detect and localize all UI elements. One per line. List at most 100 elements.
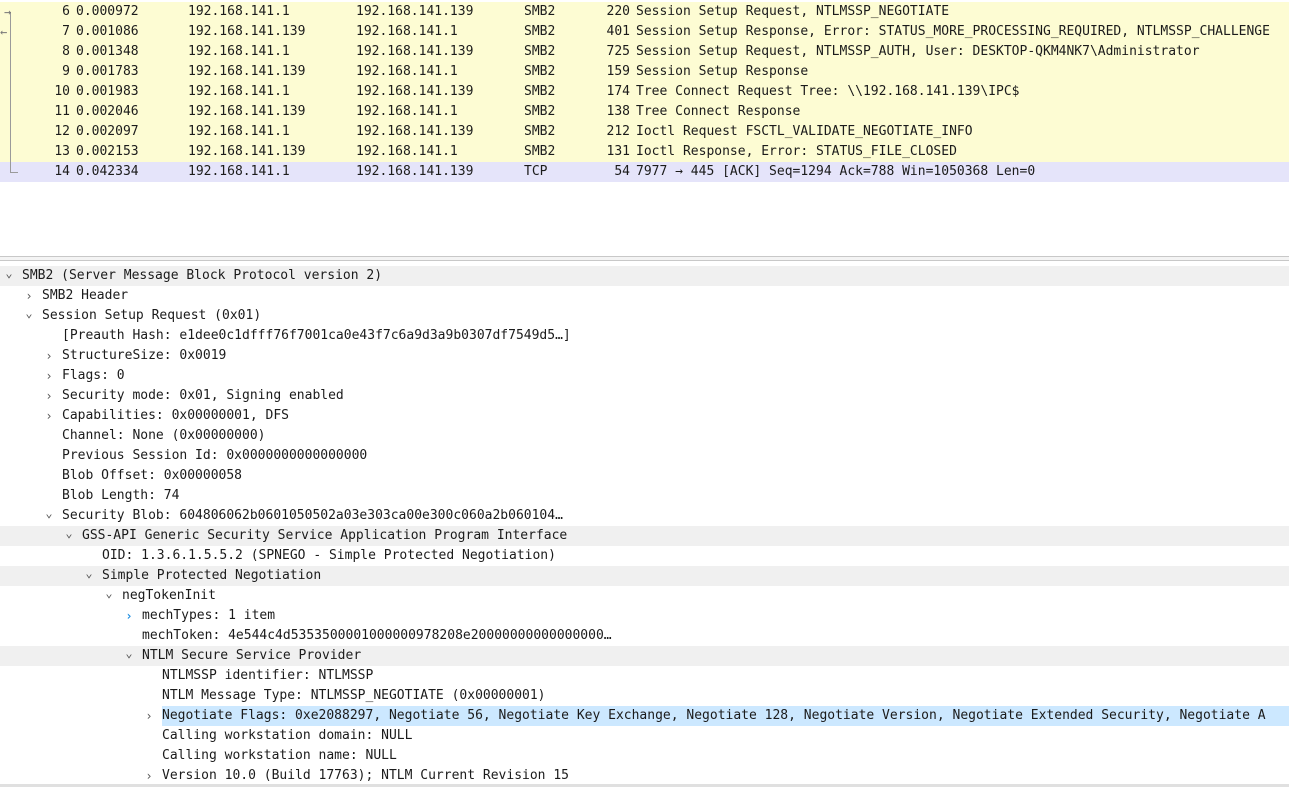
tree-node-label: mechToken: 4e544c4d535350000100000097820… (142, 628, 612, 643)
packet-destination: 192.168.141.1 (356, 144, 458, 159)
tree-node[interactable]: › SMB2 Header (0, 286, 1289, 306)
chevron-down-icon[interactable]: ⌄ (62, 526, 76, 540)
packet-source: 192.168.141.1 (188, 124, 290, 139)
packet-number: 6 (62, 4, 70, 19)
tree-node[interactable]: ⌄ SMB2 (Server Message Block Protocol ver… (0, 266, 1289, 286)
tree-node-label: Calling workstation domain: NULL (162, 728, 413, 743)
packet-row[interactable]: 8 0.001348 192.168.141.1 192.168.141.139 SMB… (0, 42, 1289, 62)
chevron-right-icon[interactable]: › (142, 706, 156, 726)
packet-row[interactable]: 14 0.042334 192.168.141.1 192.168.141.139 TC… (0, 162, 1289, 182)
packet-details-tree[interactable]: ⌄ SMB2 (Server Message Block Protocol ver… (0, 266, 1289, 782)
tree-node-label: Capabilities: 0x00000001, DFS (62, 408, 289, 423)
packet-protocol: SMB2 (524, 24, 556, 39)
packet-row[interactable]: 11 0.002046 192.168.141.139 192.168.141.1 SM… (0, 102, 1289, 122)
packet-destination: 192.168.141.139 (356, 44, 474, 59)
tree-node[interactable]: Calling workstation name: NULL (0, 746, 1289, 766)
tree-node[interactable]: ⌄ Security Blob: 604806062b0601050502a03e… (0, 506, 1289, 526)
related-packet-indicator (0, 102, 30, 122)
packet-number: 13 (54, 144, 70, 159)
packet-list[interactable]: → 6 0.000972 192.168.141.1 192.168.141.139 SM… (0, 2, 1289, 182)
packet-length: 138 (606, 104, 630, 119)
response-arrow-icon: ← (0, 25, 8, 39)
tree-node[interactable]: NTLMSSP identifier: NTLMSSP (0, 666, 1289, 686)
tree-node-label: Channel: None (0x00000000) (62, 428, 266, 443)
packet-time: 0.002097 (76, 124, 139, 139)
packet-info: Session Setup Response, Error: STATUS_MO… (636, 24, 1270, 39)
tree-node[interactable]: ⌄ GSS-API Generic Security Service Applic… (0, 526, 1289, 546)
tree-node-label: Version 10.0 (Build 17763); NTLM Current… (162, 768, 569, 782)
related-packet-indicator (0, 62, 30, 82)
packet-length: 401 (606, 24, 630, 39)
related-packet-indicator: → (0, 2, 30, 22)
packet-length: 212 (606, 124, 630, 139)
tree-node-label: NTLMSSP identifier: NTLMSSP (162, 668, 374, 683)
packet-row[interactable]: 10 0.001983 192.168.141.1 192.168.141.139 SM… (0, 82, 1289, 102)
tree-node-label: Flags: 0 (62, 368, 125, 383)
tree-node[interactable]: OID: 1.3.6.1.5.5.2 (SPNEGO - Simple Prot… (0, 546, 1289, 566)
packet-row[interactable]: 13 0.002153 192.168.141.139 192.168.141.1 SM… (0, 142, 1289, 162)
packet-protocol: SMB2 (524, 44, 556, 59)
packet-destination: 192.168.141.139 (356, 164, 474, 179)
tree-node-label: mechTypes: 1 item (142, 608, 276, 623)
packet-source: 192.168.141.1 (188, 44, 290, 59)
packet-info: Session Setup Response (636, 64, 809, 79)
chevron-down-icon[interactable]: ⌄ (22, 306, 36, 320)
tree-node[interactable]: Calling workstation domain: NULL (0, 726, 1289, 746)
related-packet-indicator (0, 142, 30, 162)
tree-node[interactable]: NTLM Message Type: NTLMSSP_NEGOTIATE (0x… (0, 686, 1289, 706)
chevron-right-icon[interactable]: › (42, 386, 56, 406)
packet-row[interactable]: 9 0.001783 192.168.141.139 192.168.141.1 SMB… (0, 62, 1289, 82)
chevron-down-icon[interactable]: ⌄ (2, 266, 16, 280)
tree-node-label: GSS-API Generic Security Service Applica… (82, 528, 568, 543)
chevron-down-icon[interactable]: ⌄ (42, 506, 56, 520)
tree-node[interactable]: Blob Offset: 0x00000058 (0, 466, 1289, 486)
tree-node[interactable]: › Flags: 0 (0, 366, 1289, 386)
packet-length: 131 (606, 144, 630, 159)
tree-node[interactable]: › mechTypes: 1 item (0, 606, 1289, 626)
chevron-right-icon[interactable]: › (42, 406, 56, 426)
packet-destination: 192.168.141.1 (356, 104, 458, 119)
tree-node[interactable]: mechToken: 4e544c4d535350000100000097820… (0, 626, 1289, 646)
chevron-right-icon[interactable]: › (142, 766, 156, 782)
tree-node[interactable]: › StructureSize: 0x0019 (0, 346, 1289, 366)
request-arrow-icon: → (4, 5, 12, 19)
tree-node[interactable]: › Version 10.0 (Build 17763); NTLM Curren… (0, 766, 1289, 782)
packet-length: 725 (606, 44, 630, 59)
tree-node[interactable]: Blob Length: 74 (0, 486, 1289, 506)
packet-number: 10 (54, 84, 70, 99)
packet-number: 8 (62, 44, 70, 59)
chevron-down-icon[interactable]: ⌄ (82, 566, 96, 580)
packet-destination: 192.168.141.139 (356, 124, 474, 139)
chevron-right-icon[interactable]: › (42, 346, 56, 366)
tree-node[interactable]: › Negotiate Flags: 0xe2088297, Negotiate … (0, 706, 1289, 726)
packet-time: 0.002046 (76, 104, 139, 119)
chevron-right-icon[interactable]: › (22, 286, 36, 306)
tree-node-label: Negotiate Flags: 0xe2088297, Negotiate 5… (162, 706, 1289, 726)
chevron-down-icon[interactable]: ⌄ (102, 586, 116, 600)
related-packet-indicator (0, 162, 30, 182)
tree-node[interactable]: ⌄ negTokenInit (0, 586, 1289, 606)
chevron-right-icon[interactable]: › (122, 606, 136, 626)
packet-row[interactable]: ← 7 0.001086 192.168.141.139 192.168.141.1 SM… (0, 22, 1289, 42)
packet-row[interactable]: 12 0.002097 192.168.141.1 192.168.141.139 SM… (0, 122, 1289, 142)
tree-node[interactable]: Previous Session Id: 0x0000000000000000 (0, 446, 1289, 466)
tree-node[interactable]: › Security mode: 0x01, Signing enabled (0, 386, 1289, 406)
packet-source: 192.168.141.1 (188, 84, 290, 99)
tree-node[interactable]: Channel: None (0x00000000) (0, 426, 1289, 446)
packet-row[interactable]: → 6 0.000972 192.168.141.1 192.168.141.139 SM… (0, 2, 1289, 22)
tree-node[interactable]: ⌄ Simple Protected Negotiation (0, 566, 1289, 586)
tree-node-label: Blob Offset: 0x00000058 (62, 468, 243, 483)
tree-node[interactable]: [Preauth Hash: e1dee0c1dfff76f7001ca0e43… (0, 326, 1289, 346)
pane-splitter[interactable] (0, 256, 1289, 261)
tree-node[interactable]: ⌄ NTLM Secure Service Provider (0, 646, 1289, 666)
tree-node-label: NTLM Secure Service Provider (142, 648, 362, 663)
chevron-right-icon[interactable]: › (42, 366, 56, 386)
packet-protocol: SMB2 (524, 64, 556, 79)
tree-node-label: SMB2 Header (42, 288, 129, 303)
tree-node[interactable]: ⌄ Session Setup Request (0x01) (0, 306, 1289, 326)
chevron-down-icon[interactable]: ⌄ (122, 646, 136, 660)
tree-node[interactable]: › Capabilities: 0x00000001, DFS (0, 406, 1289, 426)
packet-length: 220 (606, 4, 630, 19)
packet-time: 0.001086 (76, 24, 139, 39)
packet-source: 192.168.141.139 (188, 24, 306, 39)
